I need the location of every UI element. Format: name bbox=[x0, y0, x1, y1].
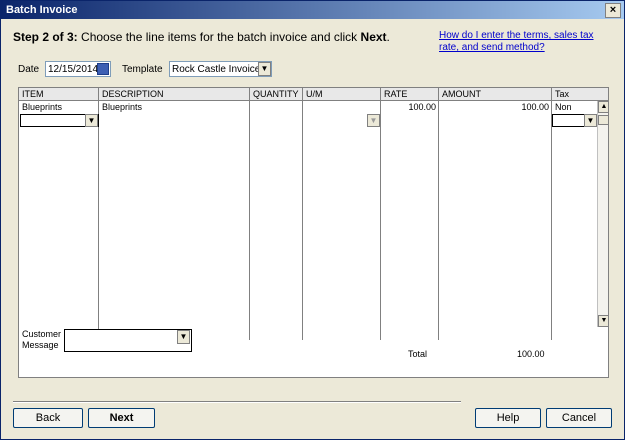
grid-row-stripe[interactable] bbox=[19, 205, 597, 219]
scroll-up-icon[interactable]: ▲ bbox=[598, 101, 608, 113]
back-button[interactable]: Back bbox=[13, 408, 83, 428]
next-button-label: Next bbox=[109, 412, 134, 424]
row1-amount[interactable]: 100.00 bbox=[439, 101, 552, 114]
grid-row-stripe[interactable] bbox=[19, 127, 597, 141]
step-text: Choose the line items for the batch invo… bbox=[81, 30, 358, 44]
grid-row-stripe[interactable] bbox=[19, 140, 597, 154]
grid-header: ITEM DESCRIPTION QUANTITY U/M RATE AMOUN… bbox=[19, 88, 608, 101]
grid-row-stripe[interactable] bbox=[19, 114, 597, 128]
chevron-down-icon[interactable]: ▼ bbox=[85, 114, 98, 127]
grid-row-stripe[interactable] bbox=[19, 257, 597, 271]
line-items-grid: ITEM DESCRIPTION QUANTITY U/M RATE AMOUN… bbox=[18, 87, 609, 378]
step-instruction: Step 2 of 3: Choose the line items for t… bbox=[13, 30, 390, 44]
row1-um[interactable] bbox=[303, 101, 381, 114]
row1-item[interactable]: Blueprints bbox=[19, 101, 99, 114]
grid-row-stripe[interactable] bbox=[19, 153, 597, 167]
grid-row-stripe[interactable] bbox=[19, 283, 597, 297]
grid-scrollbar[interactable]: ▲ ▼ bbox=[597, 101, 608, 327]
grid-row-stripe[interactable] bbox=[19, 296, 597, 310]
batch-invoice-window: Batch Invoice × Step 2 of 3: Choose the … bbox=[0, 0, 625, 440]
total-label: Total bbox=[408, 349, 428, 359]
cancel-button-label: Cancel bbox=[561, 412, 597, 424]
grid-row-stripe[interactable] bbox=[19, 192, 597, 206]
grid-row-stripe[interactable] bbox=[19, 270, 597, 284]
help-link[interactable]: How do I enter the terms, sales tax rate… bbox=[439, 30, 599, 54]
col-tax[interactable]: Tax bbox=[552, 88, 608, 100]
scroll-down-icon[interactable]: ▼ bbox=[598, 315, 608, 327]
grid-rows: Blueprints Blueprints 100.00 100.00 Non … bbox=[19, 101, 597, 340]
window-title: Batch Invoice bbox=[6, 4, 78, 16]
template-label: Template bbox=[122, 64, 163, 75]
chevron-down-icon[interactable]: ▼ bbox=[258, 62, 271, 76]
col-quantity[interactable]: QUANTITY bbox=[250, 88, 303, 100]
step-suffix: . bbox=[386, 30, 390, 44]
grid-row-stripe[interactable] bbox=[19, 231, 597, 245]
row1-tax[interactable]: Non bbox=[552, 101, 597, 114]
back-button-label: Back bbox=[35, 412, 61, 424]
date-label: Date bbox=[18, 64, 40, 75]
title-bar: Batch Invoice × bbox=[1, 1, 624, 19]
button-separator bbox=[13, 401, 461, 403]
grid-row-stripe[interactable] bbox=[19, 179, 597, 193]
customer-message-label: Customer Message bbox=[22, 329, 62, 350]
grid-row-stripe[interactable] bbox=[19, 166, 597, 180]
next-button[interactable]: Next bbox=[88, 408, 155, 428]
row1-rate[interactable]: 100.00 bbox=[381, 101, 439, 114]
template-select[interactable]: Rock Castle Invoice bbox=[169, 61, 272, 77]
chevron-down-icon[interactable]: ▼ bbox=[367, 114, 380, 127]
chevron-down-icon[interactable]: ▼ bbox=[177, 330, 190, 344]
row1-quantity[interactable] bbox=[250, 101, 303, 114]
col-amount[interactable]: AMOUNT bbox=[439, 88, 552, 100]
chevron-down-icon[interactable]: ▼ bbox=[584, 114, 597, 127]
customer-message-field[interactable] bbox=[64, 329, 192, 352]
grid-row-stripe[interactable] bbox=[19, 218, 597, 232]
total-value: 100.00 bbox=[517, 349, 545, 359]
help-button[interactable]: Help bbox=[475, 408, 541, 428]
scroll-thumb[interactable] bbox=[598, 115, 608, 125]
col-description[interactable]: DESCRIPTION bbox=[99, 88, 250, 100]
help-button-label: Help bbox=[496, 412, 520, 424]
step-next-word: Next bbox=[360, 30, 387, 44]
grid-row-stripe[interactable] bbox=[19, 244, 597, 258]
row1-description[interactable]: Blueprints bbox=[99, 101, 250, 114]
col-um[interactable]: U/M bbox=[303, 88, 381, 100]
col-rate[interactable]: RATE bbox=[381, 88, 439, 100]
close-icon[interactable]: × bbox=[605, 3, 621, 18]
step-number: Step 2 of 3: bbox=[13, 30, 78, 44]
calendar-icon[interactable] bbox=[97, 63, 109, 75]
grid-row-stripe[interactable] bbox=[19, 309, 597, 323]
col-item[interactable]: ITEM bbox=[19, 88, 99, 100]
cancel-button[interactable]: Cancel bbox=[546, 408, 612, 428]
